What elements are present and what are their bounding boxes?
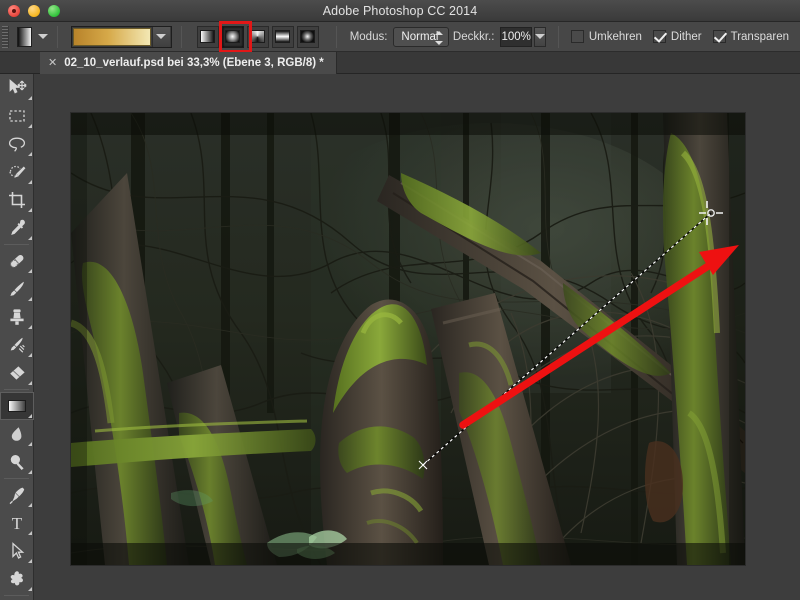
flyout-triangle-icon [28, 414, 32, 418]
document-tab-bar: ✕ 02_10_verlauf.psd bei 33,3% (Ebene 3, … [0, 52, 800, 74]
checkbox-dither[interactable]: Dither [653, 30, 702, 43]
opacity-dropdown-button[interactable] [534, 27, 546, 47]
angle-gradient-icon [250, 30, 265, 43]
horizontal-type-tool[interactable]: T [0, 509, 34, 537]
app-title: Adobe Photoshop CC 2014 [0, 0, 800, 22]
flyout-triangle-icon [28, 236, 32, 240]
clone-stamp-tool[interactable] [0, 303, 34, 331]
flyout-triangle-icon [28, 559, 32, 563]
flyout-triangle-icon [28, 325, 32, 329]
divider [181, 26, 182, 48]
checkbox-umkehren[interactable]: Umkehren [571, 30, 642, 43]
toolbar-divider [4, 389, 29, 390]
opacity-label: Deckkr.: [453, 31, 495, 43]
gradient-tool[interactable] [0, 392, 34, 420]
path-selection-tool[interactable] [0, 537, 34, 565]
chevron-down-icon [535, 34, 545, 39]
rectangular-marquee-tool[interactable] [0, 102, 34, 130]
divider [558, 26, 559, 48]
umkehren-checkbox[interactable] [571, 30, 584, 43]
gradient-type-linear-button[interactable] [197, 26, 219, 48]
custom-shape-tool[interactable] [0, 565, 34, 593]
move-tool[interactable] [0, 74, 34, 102]
mode-label: Modus: [350, 31, 388, 43]
title-bar: Adobe Photoshop CC 2014 [0, 0, 800, 22]
reflected-gradient-icon [275, 30, 290, 43]
gradient-type-radial-button[interactable] [222, 26, 244, 48]
eyedropper-tool[interactable] [0, 214, 34, 242]
toolbar-divider [4, 595, 29, 596]
eraser-tool[interactable] [0, 359, 34, 387]
toolbar-divider [4, 478, 29, 479]
dither-label: Dither [671, 31, 702, 43]
divider [336, 26, 337, 48]
diamond-gradient-icon [300, 30, 315, 43]
brush-tool[interactable] [0, 275, 34, 303]
pen-tool[interactable] [0, 481, 34, 509]
gradient-picker-dropdown-button[interactable] [152, 27, 170, 47]
dither-checkbox[interactable] [653, 30, 666, 43]
flyout-triangle-icon [28, 269, 32, 273]
checkbox-transparenz[interactable]: Transparen [713, 30, 789, 43]
divider [57, 26, 58, 48]
blend-mode-select[interactable]: Normal [393, 27, 448, 47]
flyout-triangle-icon [28, 381, 32, 385]
flyout-triangle-icon [28, 96, 32, 100]
opacity-input[interactable]: 100% [500, 27, 531, 47]
blend-mode-value: Normal [401, 31, 438, 43]
flyout-triangle-icon [28, 180, 32, 184]
history-brush-tool[interactable] [0, 331, 34, 359]
gradient-type-reflected-button[interactable] [272, 26, 294, 48]
flyout-triangle-icon [28, 208, 32, 212]
flyout-triangle-icon [28, 442, 32, 446]
tab-title: 02_10_verlauf.psd bei 33,3% (Ebene 3, RG… [64, 57, 324, 69]
linear-gradient-icon [200, 30, 215, 43]
spot-healing-brush-tool[interactable] [0, 247, 34, 275]
umkehren-label: Umkehren [589, 31, 642, 43]
canvas-work-area[interactable] [34, 74, 800, 600]
forest-photograph [71, 113, 745, 565]
flyout-triangle-icon [28, 297, 32, 301]
flyout-triangle-icon [28, 587, 32, 591]
gradient-type-angle-button[interactable] [247, 26, 269, 48]
tools-panel: T [0, 74, 34, 600]
flyout-triangle-icon [28, 531, 32, 535]
chevron-down-icon [156, 34, 166, 39]
active-tool-thumbnail-icon[interactable] [17, 27, 32, 47]
quick-selection-tool[interactable] [0, 158, 34, 186]
select-stepper-icon [435, 31, 443, 45]
tool-preset-chevron-down-icon[interactable] [38, 34, 48, 39]
flyout-triangle-icon [28, 503, 32, 507]
blur-tool[interactable] [0, 420, 34, 448]
gradient-preview-swatch[interactable] [73, 28, 151, 46]
radial-gradient-icon [225, 30, 240, 43]
photoshop-window: Adobe Photoshop CC 2014 [0, 0, 800, 600]
flyout-triangle-icon [28, 470, 32, 474]
toolbar-divider [4, 244, 29, 245]
transparenz-label: Transparen [731, 31, 789, 43]
flyout-triangle-icon [28, 124, 32, 128]
flyout-triangle-icon [28, 353, 32, 357]
options-bar-grip[interactable] [2, 26, 9, 48]
document-tab[interactable]: ✕ 02_10_verlauf.psd bei 33,3% (Ebene 3, … [40, 52, 337, 74]
gradient-type-diamond-button[interactable] [297, 26, 319, 48]
transparenz-checkbox[interactable] [713, 30, 726, 43]
svg-text:T: T [12, 514, 23, 533]
gradient-picker[interactable] [71, 26, 172, 48]
gradient-type-group [197, 26, 322, 48]
tab-close-icon[interactable]: ✕ [48, 58, 57, 69]
options-bar: Modus: Normal Deckkr.: 100% Umkehren Dit… [0, 22, 800, 52]
lasso-tool[interactable] [0, 130, 34, 158]
flyout-triangle-icon [28, 152, 32, 156]
dodge-tool[interactable] [0, 448, 34, 476]
document-canvas[interactable] [71, 113, 745, 565]
crop-tool[interactable] [0, 186, 34, 214]
